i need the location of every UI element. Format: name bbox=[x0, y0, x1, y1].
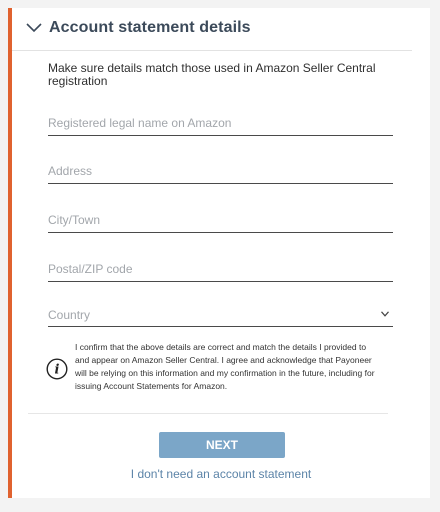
country-placeholder: Country bbox=[48, 308, 91, 322]
city-field[interactable] bbox=[48, 210, 393, 233]
section-title: Account statement details bbox=[49, 19, 251, 36]
chevron-down-icon[interactable] bbox=[26, 23, 42, 33]
account-statement-card: Account statement details Make sure deta… bbox=[8, 8, 430, 498]
skip-statement-link[interactable]: I don't need an account statement bbox=[12, 467, 430, 481]
legal-name-input[interactable] bbox=[48, 113, 393, 133]
section-header[interactable]: Account statement details bbox=[12, 8, 412, 51]
address-field[interactable] bbox=[48, 161, 393, 184]
svg-text:i: i bbox=[55, 363, 60, 378]
legal-name-field[interactable] bbox=[48, 113, 393, 136]
city-input[interactable] bbox=[48, 210, 393, 230]
divider bbox=[28, 413, 388, 414]
confirmation-notice: I confirm that the above details are cor… bbox=[75, 342, 375, 391]
next-button[interactable]: NEXT bbox=[159, 432, 285, 458]
intro-text: Make sure details match those used in Am… bbox=[48, 61, 376, 88]
postal-code-input[interactable] bbox=[48, 259, 393, 279]
country-select[interactable]: Country bbox=[48, 306, 393, 327]
postal-code-field[interactable] bbox=[48, 259, 393, 282]
chevron-down-icon bbox=[381, 311, 389, 317]
address-input[interactable] bbox=[48, 161, 393, 181]
info-icon: i bbox=[46, 358, 68, 380]
